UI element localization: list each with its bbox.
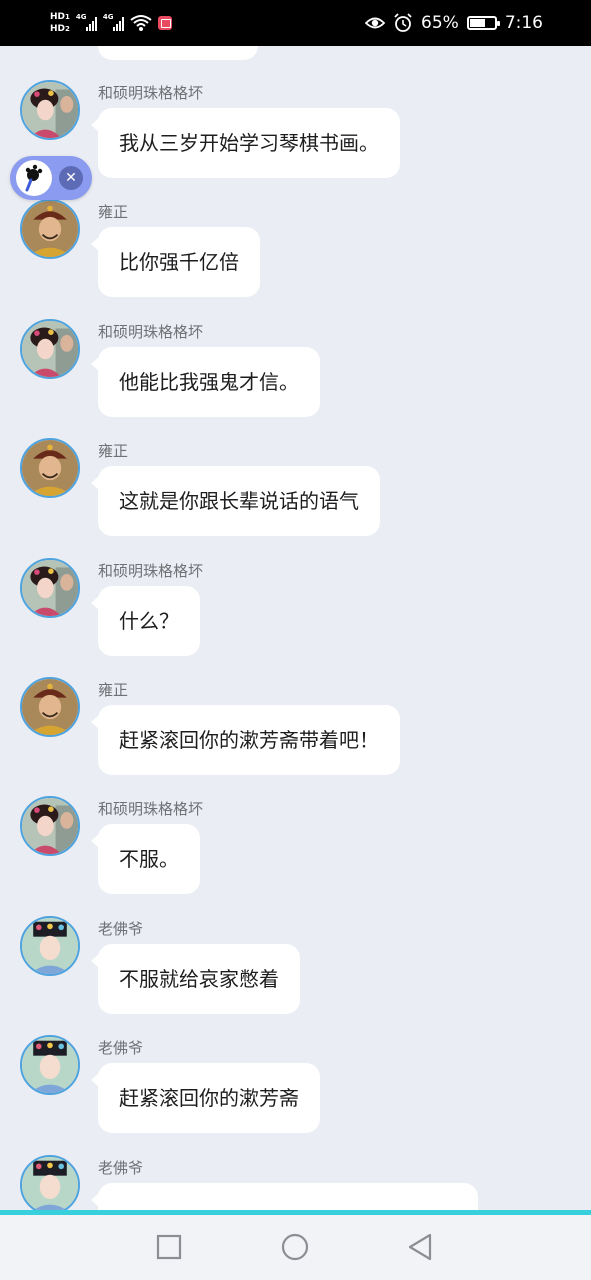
home-icon[interactable]	[280, 1232, 310, 1262]
message-bubble[interactable]	[91, 1182, 478, 1210]
status-bar: HD1 HD2 4G 4G 65% 7:16	[0, 0, 591, 46]
floating-widget[interactable]: ✕	[10, 156, 92, 200]
avatar[interactable]	[20, 438, 80, 499]
app-notification-icon	[157, 16, 172, 30]
message-bubble[interactable]: 什么？	[91, 585, 200, 656]
message-bubble[interactable]: 赶紧滚回你的漱芳斋带着吧！	[91, 705, 400, 775]
hd1-sub: 1	[65, 13, 70, 21]
message-bubble[interactable]: 他能比我强鬼才信。	[91, 346, 320, 417]
recent-apps-icon[interactable]	[154, 1232, 184, 1262]
clock: 7:16	[504, 13, 543, 33]
sender-name: 雍正	[98, 681, 129, 699]
avatar[interactable]	[20, 796, 80, 857]
message-row: 老佛爷赶紧滚回你的漱芳斋	[0, 1035, 591, 1145]
close-icon[interactable]: ✕	[59, 166, 83, 190]
hd2-label: HD	[50, 24, 66, 34]
network-type-1: 4G	[75, 13, 87, 21]
eye-comfort-icon	[364, 13, 386, 33]
message-bubble[interactable]: 不服就给哀家憋着	[91, 943, 300, 1014]
status-left-icons: HD1 HD2 4G 4G	[50, 6, 172, 40]
hd1-label: HD	[50, 12, 66, 22]
message-row: 雍正这就是你跟长辈说话的语气	[0, 438, 591, 548]
avatar[interactable]	[20, 80, 80, 140]
avatar[interactable]	[20, 557, 80, 618]
hd-icon: HD1 HD2	[50, 12, 70, 34]
wifi-icon	[130, 14, 152, 32]
message-bubble[interactable]: 比你强千亿倍	[91, 227, 260, 298]
message-row: 和硕明珠格格坏什么？	[0, 557, 591, 668]
chat-message-list[interactable]: 和硕明珠格格坏 我从三岁开始学习琴棋书画。 雍正 比你强千亿倍 和硕明珠格格坏 他能比我强…	[0, 46, 591, 1210]
battery-level	[469, 19, 486, 27]
message-bubble[interactable]: 这就是你跟长辈说话的语气	[91, 466, 380, 537]
message-bubble[interactable]: 赶紧滚回你的漱芳斋	[91, 1063, 320, 1134]
message-bubble[interactable]: 不服。	[91, 824, 200, 895]
previous-message-bubble[interactable]	[98, 46, 258, 60]
sender-name: 和硕明珠格格坏	[98, 561, 204, 580]
message-row: 老佛爷	[0, 1154, 591, 1210]
battery-charging-icon	[466, 16, 500, 30]
status-right-icons: 65% 7:16	[364, 0, 543, 46]
message-bubble[interactable]: 我从三岁开始学习琴棋书画。	[91, 108, 400, 178]
avatar[interactable]	[20, 677, 80, 737]
sender-name: 老佛爷	[98, 1039, 144, 1058]
navigation-bar	[0, 1215, 591, 1280]
network-type-2: 4G	[102, 13, 114, 21]
message-row: 雍正比你强千亿倍	[0, 199, 591, 309]
sender-name: 雍正	[98, 203, 129, 222]
back-icon[interactable]	[405, 1232, 435, 1262]
sender-name: 和硕明珠格格坏	[98, 322, 204, 341]
battery-percent: 65%	[421, 13, 459, 33]
floating-app-icon[interactable]	[16, 160, 52, 196]
message-row: 雍正赶紧滚回你的漱芳斋带着吧！	[0, 677, 591, 787]
avatar[interactable]	[20, 915, 80, 976]
avatar[interactable]	[20, 318, 80, 379]
sender-name: 和硕明珠格格坏	[98, 84, 204, 102]
sender-name: 老佛爷	[98, 1158, 144, 1177]
message-row: 和硕明珠格格坏他能比我强鬼才信。	[0, 318, 591, 429]
avatar[interactable]	[20, 1035, 80, 1096]
message-row: 老佛爷不服就给哀家憋着	[0, 915, 591, 1026]
avatar[interactable]	[20, 199, 80, 260]
sender-name: 雍正	[98, 442, 129, 461]
signal-icon: 4G	[102, 13, 124, 31]
sender-name: 和硕明珠格格坏	[98, 800, 204, 819]
sender-name: 老佛爷	[98, 919, 144, 938]
avatar[interactable]	[20, 1154, 80, 1210]
alarm-icon	[393, 13, 413, 33]
signal-icon: 4G	[75, 13, 97, 31]
hd2-sub: 2	[65, 25, 70, 33]
message-row: 和硕明珠格格坏不服。	[0, 796, 591, 906]
